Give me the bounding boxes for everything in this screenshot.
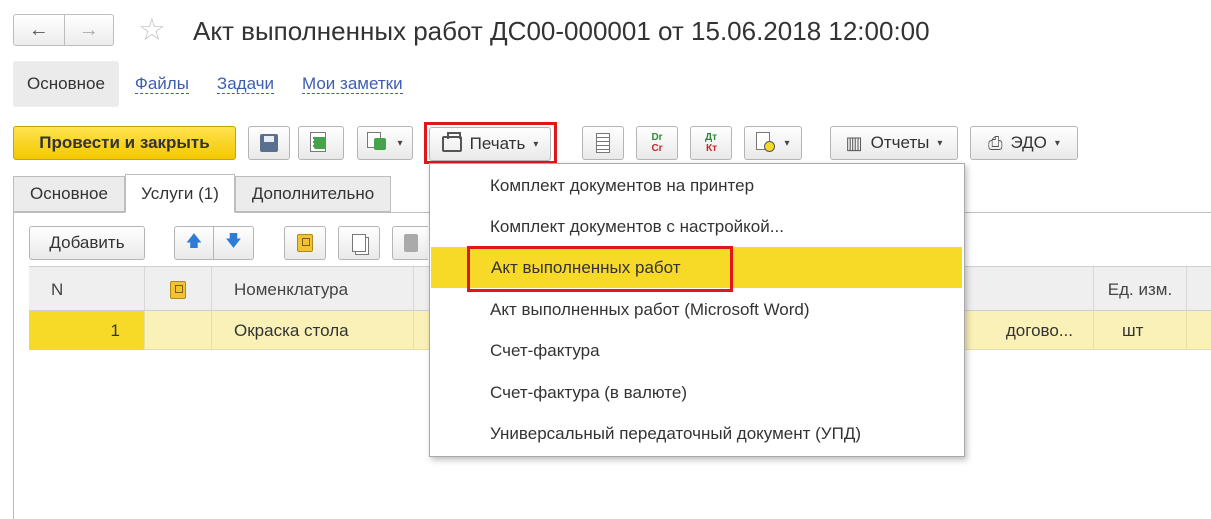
- edo-button-label: ЭДО: [1010, 133, 1047, 152]
- post-check-icon: [314, 137, 326, 149]
- print-button-highlight: [424, 122, 557, 164]
- paste-row-button[interactable]: [392, 226, 428, 260]
- menu-item-invoice-currency[interactable]: Счет-фактура (в валюте): [430, 372, 964, 413]
- chevron-down-icon: ▾: [937, 137, 943, 149]
- column-header-lock[interactable]: [145, 267, 212, 312]
- column-header-n[interactable]: N: [29, 267, 145, 312]
- favorite-star-icon[interactable]: ☆: [138, 12, 166, 48]
- structure-button[interactable]: [582, 126, 624, 160]
- save-icon: [260, 134, 278, 152]
- edo-printer-icon: ⎙: [988, 132, 1003, 153]
- lock-icon: [170, 280, 186, 299]
- back-button[interactable]: ←: [14, 15, 64, 45]
- column-header-unit[interactable]: Ед. изм.: [1094, 267, 1187, 312]
- paste-icon: [403, 234, 418, 252]
- column-header-nomenclature[interactable]: Номенклатура: [212, 267, 414, 312]
- arrow-right-icon: →: [78, 18, 99, 41]
- list-icon: [596, 133, 610, 153]
- arrow-left-icon: ←: [28, 18, 49, 41]
- create-based-on-button[interactable]: ▾: [357, 126, 413, 160]
- copy-row-button[interactable]: [338, 226, 380, 260]
- edo-button[interactable]: ⎙ ЭДО ▾: [970, 126, 1078, 160]
- add-row-button[interactable]: Добавить: [29, 226, 145, 260]
- reports-icon: ▥: [845, 132, 863, 153]
- attachments-button[interactable]: ▾: [744, 126, 802, 160]
- arrow-up-icon: 🡅: [185, 232, 203, 250]
- tab-additional[interactable]: Дополнительно: [235, 176, 391, 212]
- history-nav: ← →: [13, 14, 114, 46]
- chevron-down-icon: ▾: [784, 137, 790, 149]
- post-and-close-button[interactable]: Провести и закрыть: [13, 126, 236, 160]
- tab-services[interactable]: Услуги (1): [125, 174, 235, 213]
- section-notes-link[interactable]: Мои заметки: [302, 74, 403, 94]
- move-down-button[interactable]: 🡇: [214, 227, 253, 259]
- move-up-button[interactable]: 🡅: [175, 227, 214, 259]
- lock-icon: [297, 234, 313, 252]
- accounting-entries-button[interactable]: Dr Cr: [636, 126, 678, 160]
- section-files-link[interactable]: Файлы: [134, 74, 189, 94]
- lock-row-button[interactable]: [284, 226, 326, 260]
- section-tasks-link[interactable]: Задачи: [216, 74, 274, 94]
- dt-kt-button[interactable]: Дт Кт: [690, 126, 732, 160]
- menu-item-invoice[interactable]: Счет-фактура: [430, 330, 964, 371]
- move-rows-group: 🡅 🡇: [174, 226, 254, 260]
- tab-main[interactable]: Основное: [13, 176, 125, 212]
- section-nav: Основное Файлы Задачи Мои заметки: [13, 61, 431, 107]
- reports-button-label: Отчеты: [870, 133, 930, 152]
- forward-button[interactable]: →: [63, 15, 114, 45]
- dr-cr-icon: Dr Cr: [651, 132, 663, 154]
- cell-lock[interactable]: [145, 311, 212, 350]
- chevron-down-icon: ▾: [397, 137, 403, 149]
- act-menu-item-highlight: [467, 246, 733, 292]
- section-main[interactable]: Основное: [13, 61, 119, 107]
- menu-item-print-kit-settings[interactable]: Комплект документов с настройкой...: [430, 206, 964, 247]
- copy-icon: [352, 234, 366, 252]
- print-menu: Комплект документов на принтер Комплект …: [429, 163, 965, 457]
- menu-item-act-word[interactable]: Акт выполненных работ (Microsoft Word): [430, 289, 964, 330]
- cell-n[interactable]: 1: [29, 311, 145, 350]
- menu-item-print-kit-printer[interactable]: Комплект документов на принтер: [430, 165, 964, 206]
- cell-nomenclature[interactable]: Окраска стола: [212, 311, 414, 350]
- cell-unit[interactable]: шт: [1094, 311, 1187, 350]
- save-button[interactable]: [248, 126, 290, 160]
- menu-item-upd[interactable]: Универсальный передаточный документ (УПД…: [430, 413, 964, 454]
- dt-kt-icon: Дт Кт: [704, 132, 718, 154]
- chevron-down-icon: ▾: [1054, 137, 1060, 149]
- arrow-down-icon: 🡇: [225, 232, 242, 250]
- reports-button[interactable]: ▥ Отчеты ▾: [830, 126, 958, 160]
- page-title: Акт выполненных работ ДС00-000001 от 15.…: [193, 16, 930, 46]
- post-button[interactable]: [298, 126, 344, 160]
